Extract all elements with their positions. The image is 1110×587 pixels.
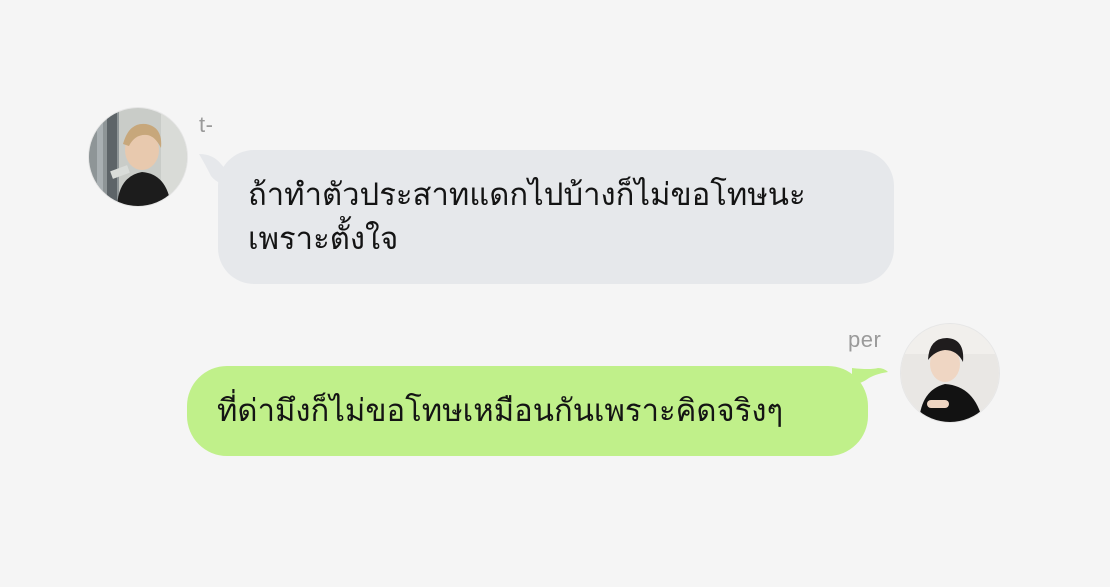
message-text: ถ้าทำตัวประสาทแดกไปบ้างก็ไม่ขอโทษนะ เพรา… [248,177,806,257]
avatar-photo-icon [901,324,999,422]
message-bubble-outgoing[interactable]: ที่ด่ามึงก็ไม่ขอโทษเหมือนกันเพราะคิดจริง… [187,366,868,456]
sender-name-t: t- [199,112,214,137]
avatar-per[interactable] [901,324,999,422]
message-text: ที่ด่ามึงก็ไม่ขอโทษเหมือนกันเพราะคิดจริง… [217,393,784,429]
message-bubble-incoming[interactable]: ถ้าทำตัวประสาทแดกไปบ้างก็ไม่ขอโทษนะ เพรา… [218,150,894,284]
sender-name-per: per [848,327,882,352]
avatar-photo-icon [89,108,187,206]
avatar-t[interactable] [89,108,187,206]
